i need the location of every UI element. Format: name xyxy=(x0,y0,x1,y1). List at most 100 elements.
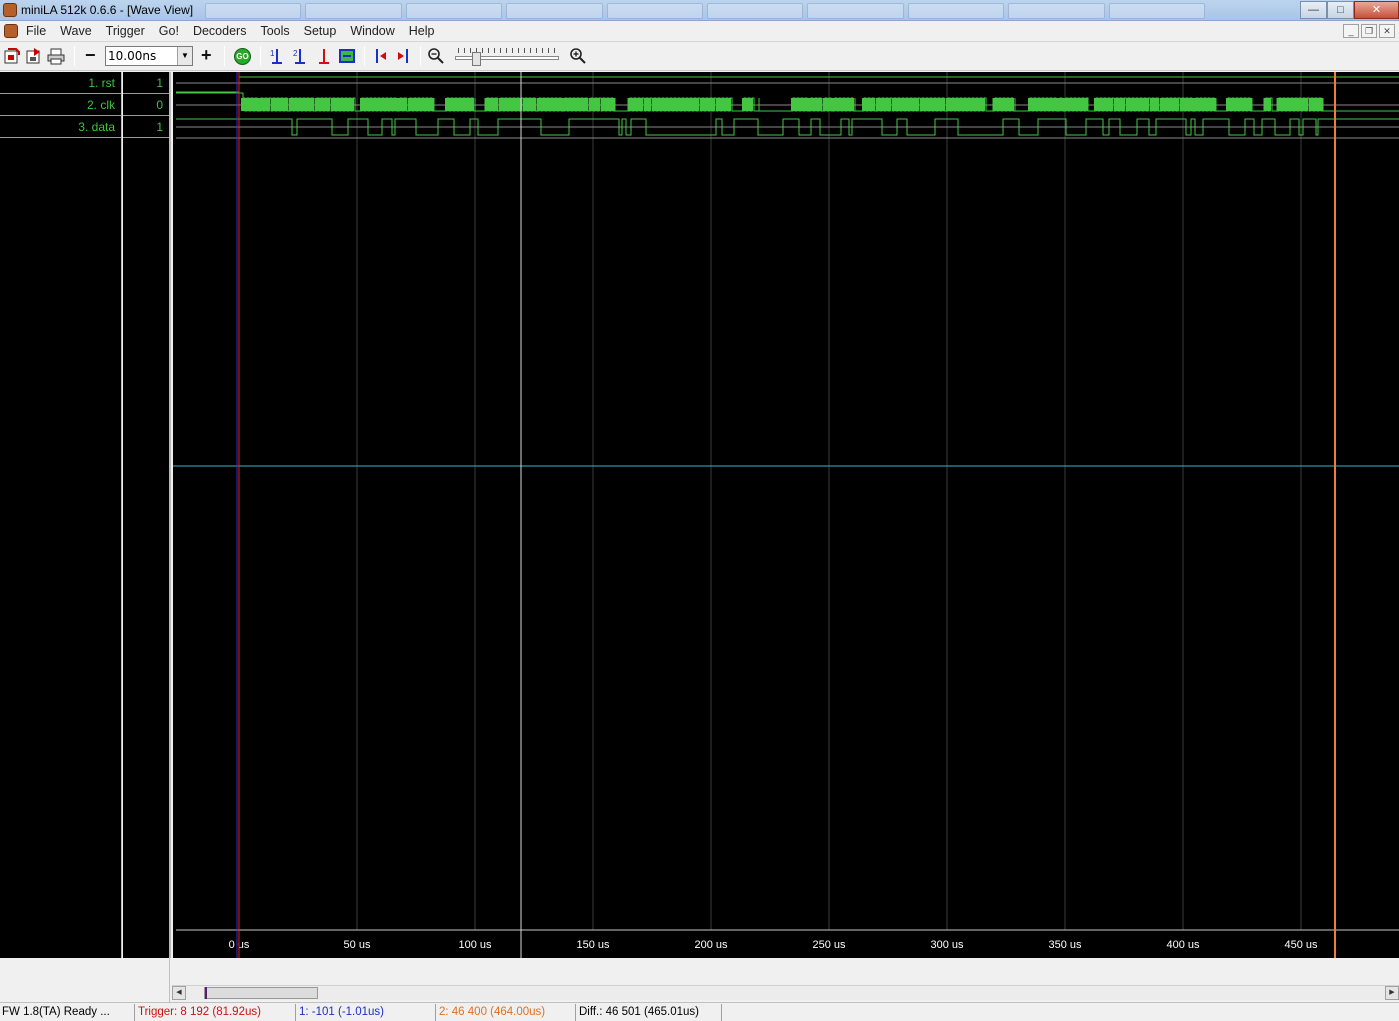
scroll-left-icon[interactable]: ◀ xyxy=(172,986,186,1000)
clk-burst xyxy=(1210,98,1216,111)
menu-bar: File Wave Trigger Go! Decoders Tools Set… xyxy=(0,21,1399,42)
channel-value: 1 xyxy=(156,120,163,134)
clk-burst xyxy=(672,98,699,111)
clk-burst xyxy=(241,98,259,111)
clk-burst xyxy=(1094,98,1106,111)
clk-burst xyxy=(1028,98,1052,111)
clk-burst xyxy=(1114,98,1125,111)
status-firmware: FW 1.8(TA) Ready ... xyxy=(0,1004,135,1021)
waveform-view[interactable]: 0 us 50 us 100 us 150 us 200 us 250 us 300 us 3… xyxy=(173,72,1399,958)
time-tick-label: 50 us xyxy=(344,939,371,951)
mdi-restore-button[interactable]: ❐ xyxy=(1361,24,1377,38)
svg-text:2: 2 xyxy=(293,49,298,58)
scroll-right-icon[interactable]: ▶ xyxy=(1385,986,1399,1000)
mdi-minimize-button[interactable]: _ xyxy=(1343,24,1359,38)
clk-burst xyxy=(1052,98,1058,111)
goto-cursor-left-icon[interactable] xyxy=(372,47,390,65)
clk-burst xyxy=(1194,98,1210,111)
status-bar: FW 1.8(TA) Ready ... Trigger: 8 192 (81.… xyxy=(0,1002,1399,1021)
signal-rst xyxy=(176,76,1399,93)
clk-burst xyxy=(628,98,643,111)
clk-burst xyxy=(742,98,753,111)
zoom-value: 10.00ns xyxy=(108,49,157,63)
clk-burst xyxy=(465,98,474,111)
clk-burst xyxy=(537,98,563,111)
status-cursor1: 1: -101 (-1.01us) xyxy=(297,1004,436,1021)
time-tick-label: 100 us xyxy=(458,939,492,951)
save-icon[interactable] xyxy=(25,47,43,65)
time-tick-label: 200 us xyxy=(694,939,728,951)
clk-burst xyxy=(833,98,854,111)
menu-go[interactable]: Go! xyxy=(159,24,179,38)
clk-burst xyxy=(271,98,288,111)
zoom-in-button[interactable]: + xyxy=(201,45,212,66)
clk-burst xyxy=(1264,98,1271,111)
document-icon[interactable] xyxy=(4,24,18,38)
clk-burst xyxy=(644,98,651,111)
clk-burst xyxy=(700,98,715,111)
time-grid xyxy=(238,72,1302,930)
clk-burst xyxy=(962,98,985,111)
zoom-slider-thumb[interactable] xyxy=(472,52,481,66)
clk-burst xyxy=(523,98,536,111)
svg-text:1: 1 xyxy=(270,49,275,58)
menu-setup[interactable]: Setup xyxy=(304,24,337,38)
maximize-button[interactable]: □ xyxy=(1327,1,1354,19)
channel-label: 1. rst xyxy=(88,76,115,90)
clk-burst xyxy=(408,98,434,111)
menu-trigger[interactable]: Trigger xyxy=(106,24,145,38)
close-button[interactable]: ✕ xyxy=(1354,1,1399,19)
menu-wave[interactable]: Wave xyxy=(60,24,92,38)
scroll-thumb[interactable] xyxy=(204,987,318,999)
menu-window[interactable]: Window xyxy=(350,24,394,38)
menu-decoders[interactable]: Decoders xyxy=(193,24,247,38)
cursor2-icon[interactable]: 2 xyxy=(291,47,309,65)
zoom-out-button[interactable]: − xyxy=(85,45,96,66)
clk-burst xyxy=(809,98,822,111)
channel-names-panel: 1. rst 2. clk 3. data xyxy=(0,72,122,958)
clk-burst xyxy=(360,98,380,111)
clk-burst xyxy=(1277,98,1289,111)
time-tick-label: 350 us xyxy=(1048,939,1082,951)
channel-row[interactable]: 3. data xyxy=(0,116,121,138)
clk-burst xyxy=(331,98,354,111)
menu-tools[interactable]: Tools xyxy=(260,24,289,38)
clk-burst xyxy=(315,98,330,111)
zoom-slider[interactable] xyxy=(455,48,559,66)
minimize-button[interactable]: — xyxy=(1300,1,1327,19)
clk-burst xyxy=(892,98,919,111)
trigger-cursor-icon[interactable] xyxy=(315,47,333,65)
clk-burst xyxy=(1150,98,1159,111)
trigger-marker xyxy=(205,987,207,999)
window-title: miniLA 512k 0.6.6 - [Wave View] xyxy=(21,3,194,17)
print-icon[interactable] xyxy=(47,47,65,65)
title-bar: miniLA 512k 0.6.6 - [Wave View] — □ ✕ xyxy=(0,0,1399,21)
goto-cursor-right-icon[interactable] xyxy=(394,47,412,65)
clk-burst xyxy=(993,98,1014,111)
zoom-in-icon[interactable] xyxy=(569,47,587,65)
channel-value-row: 0 xyxy=(123,94,169,116)
open-icon[interactable] xyxy=(3,47,21,65)
zoom-select[interactable]: 10.00ns ▼ xyxy=(105,46,193,66)
clk-burst xyxy=(1160,98,1179,111)
cursor1-icon[interactable]: 1 xyxy=(268,47,286,65)
clk-burst xyxy=(920,98,945,111)
horizontal-scrollbar[interactable]: ◀ ▶ xyxy=(172,985,1399,1000)
chevron-down-icon[interactable]: ▼ xyxy=(177,47,192,65)
menu-help[interactable]: Help xyxy=(409,24,435,38)
fit-window-icon[interactable] xyxy=(338,47,356,65)
channel-value-row: 1 xyxy=(123,72,169,94)
mdi-close-button[interactable]: ✕ xyxy=(1379,24,1395,38)
time-tick-label: 150 us xyxy=(576,939,610,951)
channel-row[interactable]: 1. rst xyxy=(0,72,121,94)
clk-burst xyxy=(1180,98,1194,111)
zoom-out-icon[interactable] xyxy=(427,47,445,65)
channel-value: 0 xyxy=(156,98,163,112)
clk-burst xyxy=(563,98,588,111)
menu-file[interactable]: File xyxy=(26,24,46,38)
channel-row[interactable]: 2. clk xyxy=(0,94,121,116)
channel-value: 1 xyxy=(156,76,163,90)
app-icon xyxy=(3,3,17,17)
time-tick-label: 400 us xyxy=(1166,939,1200,951)
go-button[interactable]: GO xyxy=(234,48,251,65)
